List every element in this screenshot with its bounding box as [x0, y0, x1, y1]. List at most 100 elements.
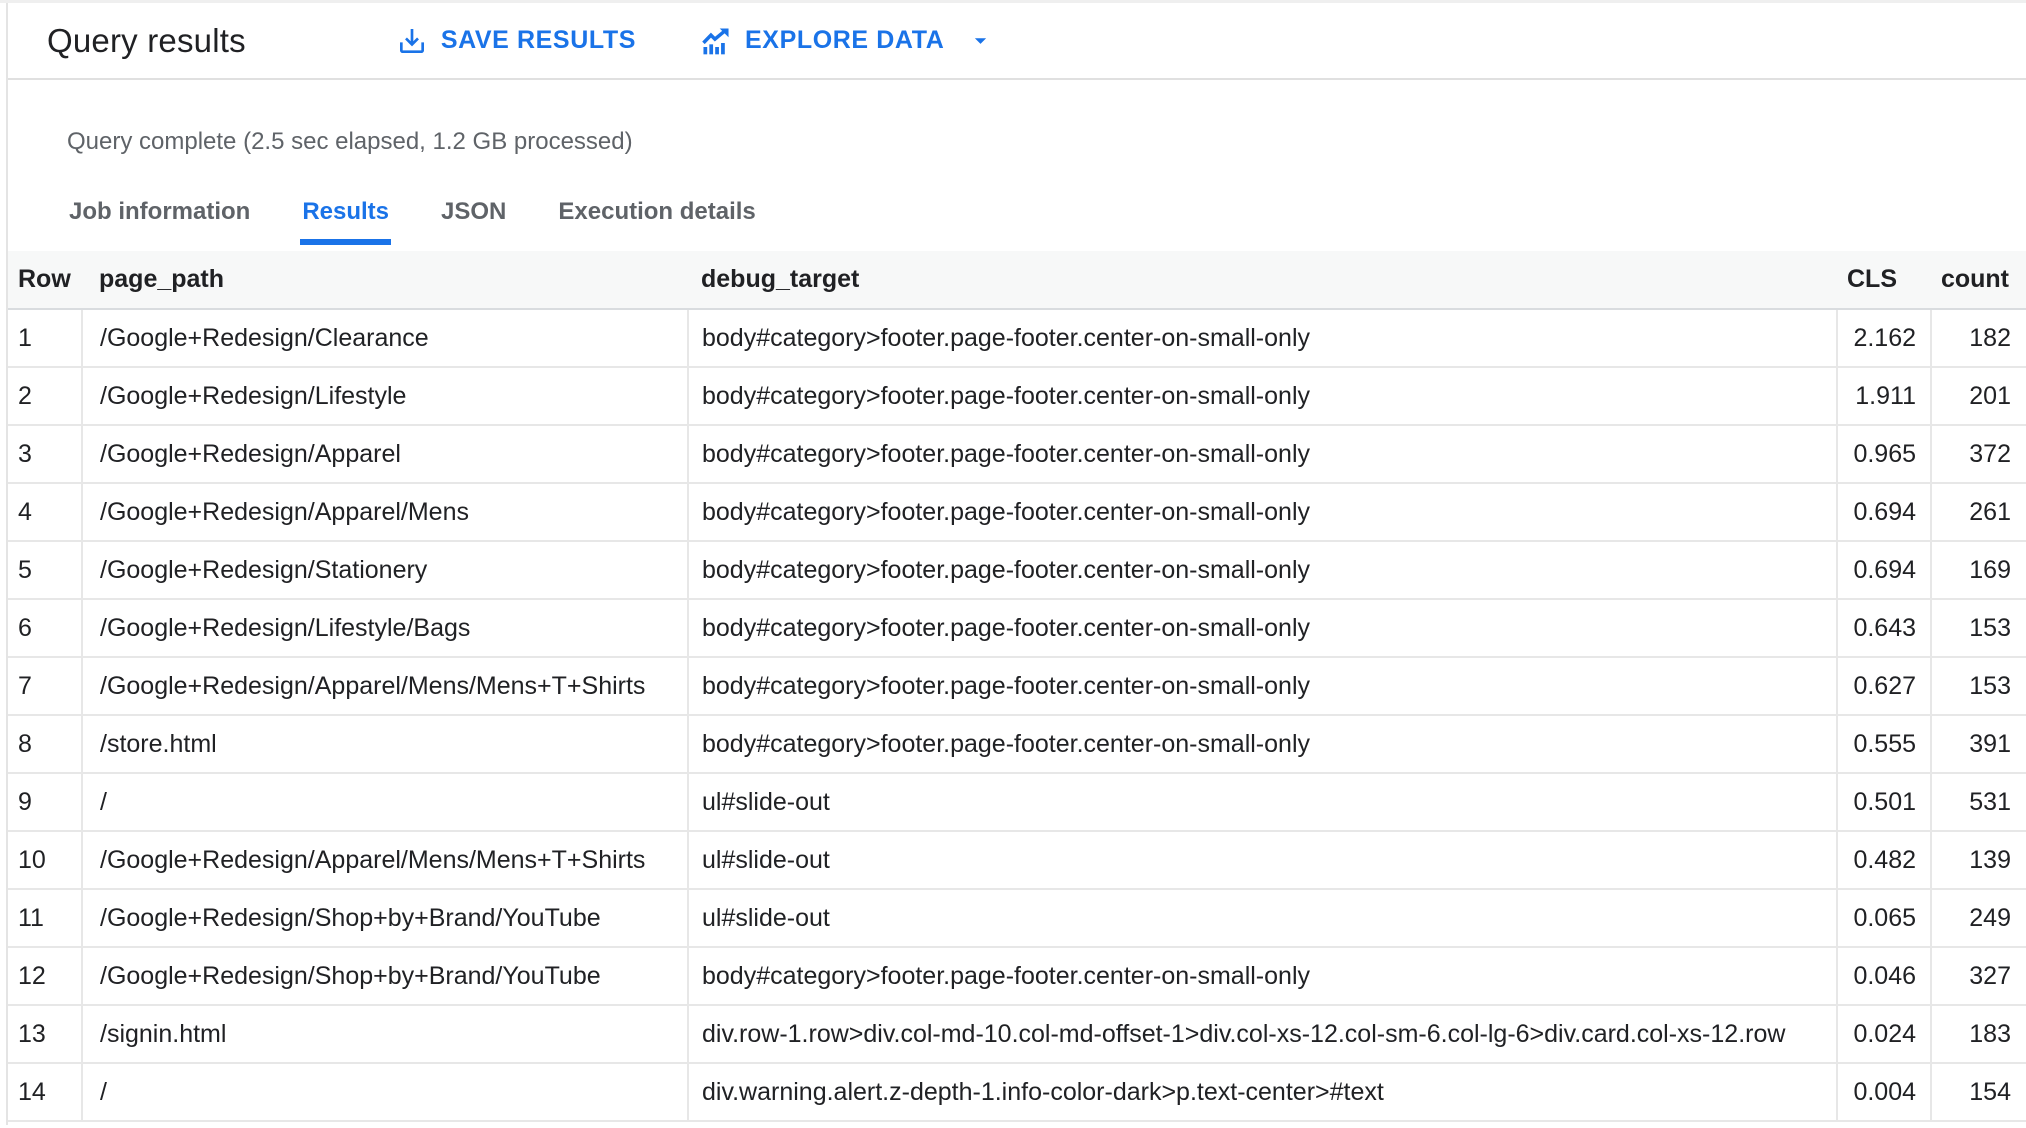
cell-row: 9 — [8, 773, 83, 832]
explore-data-label: EXPLORE DATA — [745, 26, 945, 54]
table-row: 13/signin.html div.row-1.row>div.col-md-1… — [8, 1005, 2026, 1064]
cell-cls: 0.643 — [1837, 599, 1932, 658]
cell-cls: 0.024 — [1837, 1005, 1932, 1064]
column-header-cls: CLS — [1837, 251, 1931, 310]
query-results-panel: Query results SAVE RESULTS EXPLORE DATA … — [6, 3, 2026, 1125]
cell-row: 14 — [8, 1063, 83, 1122]
cell-page-path: /Google+Redesign/Shop+by+Brand/YouTube — [82, 947, 689, 1006]
cell-page-path: / — [82, 1063, 689, 1122]
cell-count: 261 — [1931, 483, 2026, 542]
query-status: Query complete (2.5 sec elapsed, 1.2 GB … — [67, 128, 633, 155]
table-row: 6/Google+Redesign/Lifestyle/Bags body#cat… — [8, 599, 2026, 658]
cell-count: 153 — [1931, 599, 2026, 658]
cell-row: 3 — [8, 425, 83, 484]
cell-count: 153 — [1931, 657, 2026, 716]
tab-execution-details[interactable]: Execution details — [556, 198, 757, 245]
column-header-count: count — [1931, 251, 2026, 310]
cell-cls: 0.482 — [1837, 831, 1932, 890]
cell-row: 4 — [8, 483, 83, 542]
page-title: Query results — [47, 21, 246, 59]
cell-row: 5 — [8, 541, 83, 600]
cell-debug-target: div.row-1.row>div.col-md-10.col-md-offse… — [688, 1005, 1838, 1064]
column-header-page-path: page_path — [82, 251, 688, 310]
tab-json[interactable]: JSON — [439, 198, 508, 245]
cell-debug-target: body#category>footer.page-footer.center-… — [688, 599, 1838, 658]
cell-page-path: /Google+Redesign/Apparel/Mens/Mens+T+Shi… — [82, 657, 689, 716]
download-icon — [396, 25, 428, 57]
chart-trend-icon — [700, 25, 732, 57]
table-row: 8/store.html body#category>footer.page-fo… — [8, 715, 2026, 774]
cell-cls: 2.162 — [1837, 309, 1932, 368]
tab-job-information[interactable]: Job information — [67, 198, 252, 245]
cell-row: 11 — [8, 889, 83, 948]
cell-cls: 0.555 — [1837, 715, 1932, 774]
cell-count: 327 — [1931, 947, 2026, 1006]
table-row: 12/Google+Redesign/Shop+by+Brand/YouTube… — [8, 947, 2026, 1006]
cell-row: 7 — [8, 657, 83, 716]
table-row: 14/div.warning.alert.z-depth-1.info-colo… — [8, 1063, 2026, 1122]
table-body: 1/Google+Redesign/Clearance body#category… — [8, 309, 2026, 1122]
cell-count: 169 — [1931, 541, 2026, 600]
cell-debug-target: body#category>footer.page-footer.center-… — [688, 367, 1838, 426]
table-row: 3/Google+Redesign/Apparel body#category>f… — [8, 425, 2026, 484]
cell-debug-target: body#category>footer.page-footer.center-… — [688, 947, 1838, 1006]
cell-page-path: / — [82, 773, 689, 832]
cell-debug-target: body#category>footer.page-footer.center-… — [688, 425, 1838, 484]
cell-debug-target: ul#slide-out — [688, 773, 1838, 832]
cell-page-path: /Google+Redesign/Apparel — [82, 425, 689, 484]
save-results-button[interactable]: SAVE RESULTS — [396, 25, 636, 57]
cell-count: 139 — [1931, 831, 2026, 890]
cell-row: 10 — [8, 831, 83, 890]
cell-count: 182 — [1931, 309, 2026, 368]
cell-debug-target: body#category>footer.page-footer.center-… — [688, 541, 1838, 600]
cell-cls: 0.627 — [1837, 657, 1932, 716]
cell-page-path: /Google+Redesign/Apparel/Mens — [82, 483, 689, 542]
cell-cls: 0.065 — [1837, 889, 1932, 948]
cell-debug-target: ul#slide-out — [688, 831, 1838, 890]
cell-debug-target: body#category>footer.page-footer.center-… — [688, 657, 1838, 716]
cell-count: 249 — [1931, 889, 2026, 948]
table-row: 5/Google+Redesign/Stationery body#categor… — [8, 541, 2026, 600]
cell-count: 531 — [1931, 773, 2026, 832]
cell-page-path: /Google+Redesign/Shop+by+Brand/YouTube — [82, 889, 689, 948]
cell-cls: 0.694 — [1837, 541, 1932, 600]
cell-count: 183 — [1931, 1005, 2026, 1064]
cell-row: 2 — [8, 367, 83, 426]
table-row: 11/Google+Redesign/Shop+by+Brand/YouTube… — [8, 889, 2026, 948]
cell-page-path: /Google+Redesign/Apparel/Mens/Mens+T+Shi… — [82, 831, 689, 890]
cell-row: 8 — [8, 715, 83, 774]
query-results-header: Query results SAVE RESULTS EXPLORE DATA — [8, 3, 2026, 80]
save-results-label: SAVE RESULTS — [440, 26, 637, 54]
cell-count: 372 — [1931, 425, 2026, 484]
status-section: Query complete (2.5 sec elapsed, 1.2 GB … — [8, 80, 2026, 251]
cell-debug-target: body#category>footer.page-footer.center-… — [688, 715, 1838, 774]
cell-count: 201 — [1931, 367, 2026, 426]
tab-results[interactable]: Results — [300, 198, 392, 245]
cell-cls: 0.004 — [1837, 1063, 1932, 1122]
table-row: 10/Google+Redesign/Apparel/Mens/Mens+T+S… — [8, 831, 2026, 890]
tab-bar: Job information Results JSON Execution deta… — [67, 198, 2026, 245]
arrow-drop-down-icon — [967, 27, 994, 54]
cell-row: 6 — [8, 599, 83, 658]
cell-debug-target: body#category>footer.page-footer.center-… — [688, 309, 1838, 368]
cell-page-path: /signin.html — [82, 1005, 689, 1064]
column-header-row: Row — [8, 251, 82, 310]
cell-row: 12 — [8, 947, 83, 1006]
results-table: Row page_path debug_target CLS count 1/Googl… — [8, 251, 2026, 1122]
table-row: 2/Google+Redesign/Lifestyle body#category… — [8, 367, 2026, 426]
table-header-row: Row page_path debug_target CLS count — [8, 251, 2026, 310]
table-row: 4/Google+Redesign/Apparel/Mens body#categ… — [8, 483, 2026, 542]
cell-page-path: /Google+Redesign/Stationery — [82, 541, 689, 600]
cell-cls: 0.501 — [1837, 773, 1932, 832]
column-header-debug-target: debug_target — [688, 251, 1837, 310]
cell-debug-target: div.warning.alert.z-depth-1.info-color-d… — [688, 1063, 1838, 1122]
table-row: 1/Google+Redesign/Clearance body#category… — [8, 309, 2026, 368]
cell-cls: 1.911 — [1837, 367, 1932, 426]
table-row: 9/ul#slide-out 0.501 531 — [8, 773, 2026, 832]
cell-page-path: /Google+Redesign/Clearance — [82, 309, 689, 368]
cell-row: 1 — [8, 309, 83, 368]
cell-debug-target: body#category>footer.page-footer.center-… — [688, 483, 1838, 542]
explore-data-button[interactable]: EXPLORE DATA — [700, 25, 994, 57]
cell-debug-target: ul#slide-out — [688, 889, 1838, 948]
cell-cls: 0.046 — [1837, 947, 1932, 1006]
